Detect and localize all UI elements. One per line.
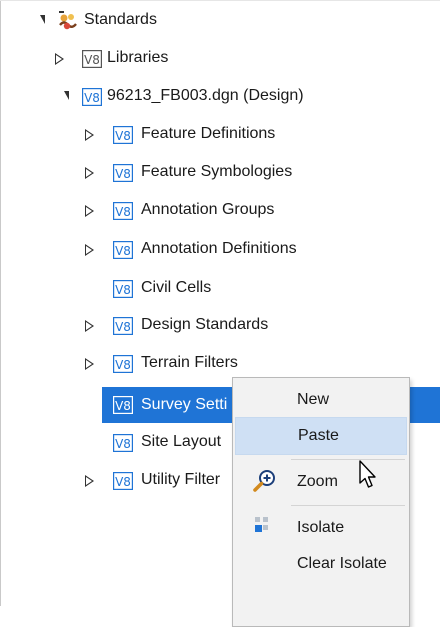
menu-item-paste[interactable]: Paste — [235, 417, 407, 455]
expand-arrow-icon[interactable] — [82, 474, 96, 488]
svg-text:V8: V8 — [115, 129, 131, 143]
tree-node-label: 96213_FB003.dgn (Design) — [107, 87, 304, 104]
v8-icon: V8 — [113, 164, 133, 182]
expand-arrow-icon[interactable] — [82, 243, 96, 257]
svg-text:V8: V8 — [84, 53, 100, 67]
tree-node-annotation-definitions[interactable]: V8 Annotation Definitions — [0, 231, 440, 267]
menu-item-new[interactable]: New — [233, 382, 409, 418]
collapse-arrow-icon[interactable] — [34, 13, 48, 27]
tree-node-standards[interactable]: Standards — [0, 2, 440, 38]
svg-text:V8: V8 — [115, 283, 131, 297]
expand-arrow-icon[interactable] — [52, 52, 66, 66]
tree-node-label: Feature Definitions — [141, 125, 276, 142]
menu-item-label: Clear Isolate — [297, 555, 387, 572]
zoom-in-icon — [253, 470, 275, 492]
tree-node-utility-filters[interactable]: V8 Utility Filter — [0, 462, 232, 498]
svg-text:V8: V8 — [115, 399, 131, 413]
menu-item-clear-isolate[interactable]: Clear Isolate — [233, 546, 409, 582]
v8-icon: V8 — [113, 472, 133, 490]
tree-node-label: Utility Filter — [141, 471, 221, 488]
tree-node-civil-cells[interactable]: V8 Civil Cells — [0, 270, 440, 306]
svg-text:V8: V8 — [115, 437, 131, 451]
menu-item-label: Isolate — [297, 519, 345, 536]
tree-node-label: Design Standards — [141, 316, 269, 333]
v8-icon: V8 — [113, 126, 133, 144]
tree-node-label: Survey Setti — [141, 396, 228, 413]
expand-arrow-icon[interactable] — [82, 166, 96, 180]
tree-node-site-layout[interactable]: V8 Site Layout — [0, 424, 232, 460]
tree-node-label: Site Layout — [141, 433, 222, 450]
menu-separator — [291, 505, 405, 506]
tree-node-feature-symbologies[interactable]: V8 Feature Symbologies — [0, 154, 440, 190]
v8-icon: V8 — [113, 396, 133, 414]
v8-icon: V8 — [113, 317, 133, 335]
menu-item-label: Zoom — [297, 473, 338, 490]
panel-top-border — [0, 0, 440, 1]
tree-node-label: Civil Cells — [141, 279, 212, 296]
tree-node-label: Annotation Definitions — [141, 240, 297, 257]
context-menu: New Paste Zoom Isolate Clear Isolate — [232, 377, 410, 627]
svg-text:V8: V8 — [84, 91, 100, 105]
menu-item-label: New — [297, 391, 330, 408]
svg-text:V8: V8 — [115, 167, 131, 181]
tree-node-dgn[interactable]: V8 96213_FB003.dgn (Design) — [0, 78, 440, 114]
v8-icon: V8 — [113, 355, 133, 373]
tree-node-label: Feature Symbologies — [141, 163, 293, 180]
svg-text:V8: V8 — [115, 205, 131, 219]
expand-arrow-icon[interactable] — [82, 319, 96, 333]
tree-node-label: Annotation Groups — [141, 201, 275, 218]
tree-node-label: Standards — [84, 11, 157, 28]
menu-item-zoom[interactable]: Zoom — [233, 464, 409, 500]
v8-icon: V8 — [113, 434, 133, 452]
standards-icon — [59, 11, 77, 30]
menu-item-isolate[interactable]: Isolate — [233, 510, 409, 546]
svg-text:V8: V8 — [115, 475, 131, 489]
svg-text:V8: V8 — [115, 244, 131, 258]
tree-node-label: Libraries — [107, 49, 169, 66]
collapse-arrow-icon[interactable] — [58, 89, 72, 103]
v8-icon: V8 — [82, 50, 102, 68]
mouse-pointer-icon — [359, 460, 376, 488]
tree-node-terrain-filters[interactable]: V8 Terrain Filters — [0, 345, 440, 381]
tree-node-feature-definitions[interactable]: V8 Feature Definitions — [0, 116, 440, 152]
svg-text:V8: V8 — [115, 358, 131, 372]
v8-icon: V8 — [82, 88, 102, 106]
expand-arrow-icon[interactable] — [82, 357, 96, 371]
tree-node-label: Terrain Filters — [141, 354, 238, 371]
isolate-icon — [255, 517, 268, 532]
v8-icon: V8 — [113, 241, 133, 259]
expand-arrow-icon[interactable] — [82, 204, 96, 218]
tree-node-libraries[interactable]: V8 Libraries — [0, 40, 440, 76]
v8-icon: V8 — [113, 202, 133, 220]
svg-text:V8: V8 — [115, 320, 131, 334]
expand-arrow-icon[interactable] — [82, 128, 96, 142]
v8-icon: V8 — [113, 280, 133, 298]
menu-item-label: Paste — [298, 427, 339, 444]
tree-node-annotation-groups[interactable]: V8 Annotation Groups — [0, 192, 440, 228]
tree-node-design-standards[interactable]: V8 Design Standards — [0, 307, 440, 343]
menu-separator — [291, 459, 405, 460]
